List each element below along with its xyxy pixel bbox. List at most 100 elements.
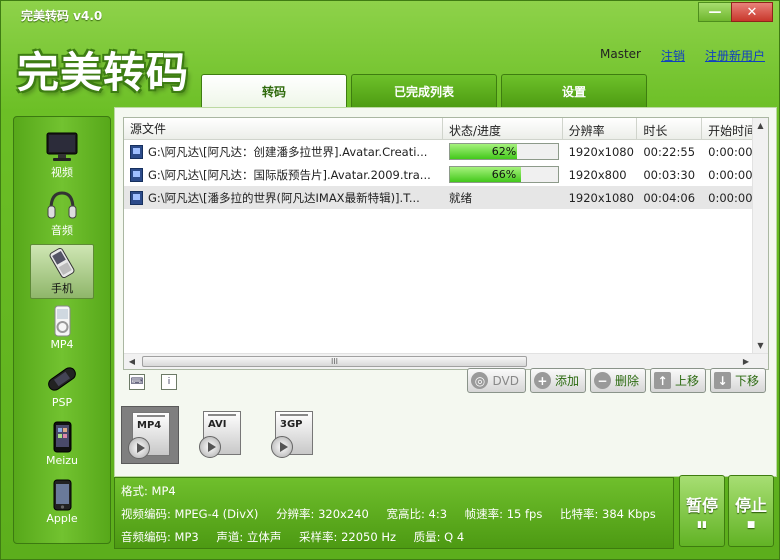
sidebar-item-video[interactable]: 视频 bbox=[30, 129, 94, 184]
move-down-label: 下移 bbox=[734, 374, 759, 388]
info-channels: 声道: 立体声 bbox=[216, 530, 282, 544]
progress-label: 62% bbox=[491, 145, 517, 158]
play-icon bbox=[199, 436, 221, 458]
tab-transcode[interactable]: 转码 bbox=[201, 74, 347, 108]
keyboard-icon[interactable]: ⌨ bbox=[129, 374, 145, 390]
sidebar-item-meizu[interactable]: Meizu bbox=[30, 419, 94, 474]
sidebar-item-audio[interactable]: 音频 bbox=[30, 187, 94, 242]
format-mp4[interactable]: MP4 bbox=[121, 406, 179, 464]
delete-label: 删除 bbox=[614, 374, 639, 388]
iphone-icon bbox=[53, 479, 72, 511]
list-tools: ⌨ i bbox=[129, 374, 177, 390]
column-header-resolution[interactable]: 分辨率 bbox=[563, 118, 638, 139]
sidebar-item-label: PSP bbox=[51, 396, 73, 409]
plus-icon: + bbox=[533, 372, 551, 389]
format-info-panel: 格式: MP4 视频编码: MPEG-4 (DivX) 分辨率: 320x240… bbox=[114, 477, 674, 549]
list-actions: ◎ DVD + 添加 − 删除 ↑ 上移 ↓ 下移 bbox=[467, 368, 766, 393]
duration-cell: 00:03:30 bbox=[643, 167, 696, 182]
info-frame-rate: 帧速率: 15 fps bbox=[464, 507, 543, 521]
app-window: 完美转码 v4.0 — ✕ 完美转码 Master 注销 注册新用户 转码 已完… bbox=[0, 0, 780, 560]
move-down-button[interactable]: ↓ 下移 bbox=[709, 368, 766, 393]
pause-button[interactable]: 暂停 ▮▮ bbox=[679, 475, 725, 547]
progress-bar: 66% bbox=[448, 166, 559, 183]
video-file-icon bbox=[130, 190, 143, 205]
arrow-up-icon: ↑ bbox=[653, 372, 671, 389]
column-header-duration[interactable]: 时长 bbox=[637, 118, 703, 139]
window-title: 完美转码 v4.0 bbox=[21, 9, 103, 23]
sidebar-item-label: 手机 bbox=[51, 282, 73, 295]
status-cell: 就绪 bbox=[448, 190, 472, 205]
play-icon bbox=[128, 437, 150, 459]
add-label: 添加 bbox=[554, 374, 579, 388]
user-name: Master bbox=[599, 47, 641, 61]
title-bar[interactable]: 完美转码 v4.0 — ✕ bbox=[1, 1, 779, 29]
meizu-phone-icon bbox=[53, 421, 72, 453]
file-path: G:\阿凡达\[潘多拉的世界(阿凡达IMAX最新特辑)].T... bbox=[148, 190, 420, 205]
headphones-icon bbox=[47, 191, 77, 219]
tab-completed-list[interactable]: 已完成列表 bbox=[351, 74, 497, 107]
column-header-source[interactable]: 源文件 bbox=[124, 118, 443, 139]
sidebar-item-psp[interactable]: PSP bbox=[30, 361, 94, 416]
move-up-button[interactable]: ↑ 上移 bbox=[649, 368, 706, 393]
transcode-controls: 暂停 ▮▮ 停止 ■ bbox=[679, 475, 774, 547]
info-bitrate: 比特率: 384 Kbps bbox=[560, 507, 656, 521]
info-quality: 质量: Q 4 bbox=[413, 530, 465, 544]
table-row[interactable]: G:\阿凡达\[阿凡达：创建潘多拉世界].Avatar.Creati... 62… bbox=[124, 140, 768, 163]
format-3gp[interactable]: 3GP bbox=[265, 406, 323, 464]
scroll-up-arrow-icon[interactable]: ▲ bbox=[753, 118, 768, 134]
stop-button[interactable]: 停止 ■ bbox=[728, 475, 774, 547]
resolution-cell: 1920x1080 bbox=[568, 190, 634, 205]
minimize-button[interactable]: — bbox=[698, 2, 732, 22]
close-button[interactable]: ✕ bbox=[731, 2, 773, 22]
column-header-status[interactable]: 状态/进度 bbox=[443, 118, 563, 139]
logout-link[interactable]: 注销 bbox=[661, 47, 685, 64]
tab-settings[interactable]: 设置 bbox=[501, 74, 647, 107]
duration-cell: 00:04:06 bbox=[643, 190, 696, 205]
sidebar-item-label: 视频 bbox=[51, 166, 73, 179]
horizontal-scroll-thumb[interactable]: III bbox=[142, 356, 527, 367]
horizontal-scrollbar[interactable]: ◀ III ▶ bbox=[124, 353, 768, 369]
scroll-left-arrow-icon[interactable]: ◀ bbox=[124, 354, 140, 369]
sidebar-item-mobile[interactable]: 手机 bbox=[30, 244, 94, 299]
main-tabs: 转码 已完成列表 设置 bbox=[201, 74, 647, 108]
format-avi[interactable]: AVI bbox=[193, 406, 251, 464]
format-label: AVI bbox=[208, 419, 227, 430]
info-audio-codec: 音频编码: MP3 bbox=[121, 530, 199, 544]
file-table: 源文件 状态/进度 分辨率 时长 开始时间 G:\阿凡达\[阿凡达：创建潘多拉世… bbox=[123, 117, 769, 370]
mobile-phone-icon bbox=[49, 247, 75, 279]
info-resolution: 分辨率: 320x240 bbox=[276, 507, 369, 521]
sidebar-item-mp4[interactable]: MP4 bbox=[30, 303, 94, 358]
info-icon[interactable]: i bbox=[161, 374, 177, 390]
table-row[interactable]: G:\阿凡达\[潘多拉的世界(阿凡达IMAX最新特辑)].T... 就绪 192… bbox=[124, 186, 768, 209]
video-file-icon bbox=[130, 167, 143, 182]
output-formats: MP4 AVI 3GP bbox=[121, 406, 323, 464]
scroll-down-arrow-icon[interactable]: ▼ bbox=[753, 338, 768, 354]
progress-bar: 62% bbox=[448, 143, 559, 160]
progress-label: 66% bbox=[491, 168, 517, 181]
sidebar-item-label: Meizu bbox=[45, 454, 79, 467]
add-button[interactable]: + 添加 bbox=[529, 368, 586, 393]
disc-icon: ◎ bbox=[471, 372, 489, 389]
info-video-codec: 视频编码: MPEG-4 (DivX) bbox=[121, 507, 259, 521]
monitor-icon bbox=[46, 132, 78, 161]
stop-icon: ■ bbox=[746, 520, 756, 530]
arrow-down-icon: ↓ bbox=[713, 372, 731, 389]
transcode-panel: 源文件 状态/进度 分辨率 时长 开始时间 G:\阿凡达\[阿凡达：创建潘多拉世… bbox=[114, 107, 777, 477]
duration-cell: 00:22:55 bbox=[643, 144, 696, 159]
video-file-icon bbox=[130, 144, 143, 159]
resolution-cell: 1920x800 bbox=[568, 167, 627, 182]
table-row[interactable]: G:\阿凡达\[阿凡达：国际版预告片].Avatar.2009.tra... 6… bbox=[124, 163, 768, 186]
format-label: 3GP bbox=[280, 419, 303, 430]
stop-label: 停止 bbox=[734, 496, 767, 515]
info-format: 格式: MP4 bbox=[121, 484, 176, 498]
table-header: 源文件 状态/进度 分辨率 时长 开始时间 bbox=[124, 118, 768, 140]
sidebar-item-apple[interactable]: Apple bbox=[30, 477, 94, 532]
scroll-right-arrow-icon[interactable]: ▶ bbox=[738, 354, 754, 369]
register-link[interactable]: 注册新用户 bbox=[705, 47, 765, 64]
vertical-scrollbar[interactable]: ▲ ▼ bbox=[752, 118, 768, 354]
delete-button[interactable]: − 删除 bbox=[589, 368, 646, 393]
pause-icon: ▮▮ bbox=[697, 520, 707, 530]
info-sample-rate: 采样率: 22050 Hz bbox=[299, 530, 396, 544]
file-path: G:\阿凡达\[阿凡达：国际版预告片].Avatar.2009.tra... bbox=[148, 167, 431, 182]
dvd-button[interactable]: ◎ DVD bbox=[467, 368, 526, 393]
